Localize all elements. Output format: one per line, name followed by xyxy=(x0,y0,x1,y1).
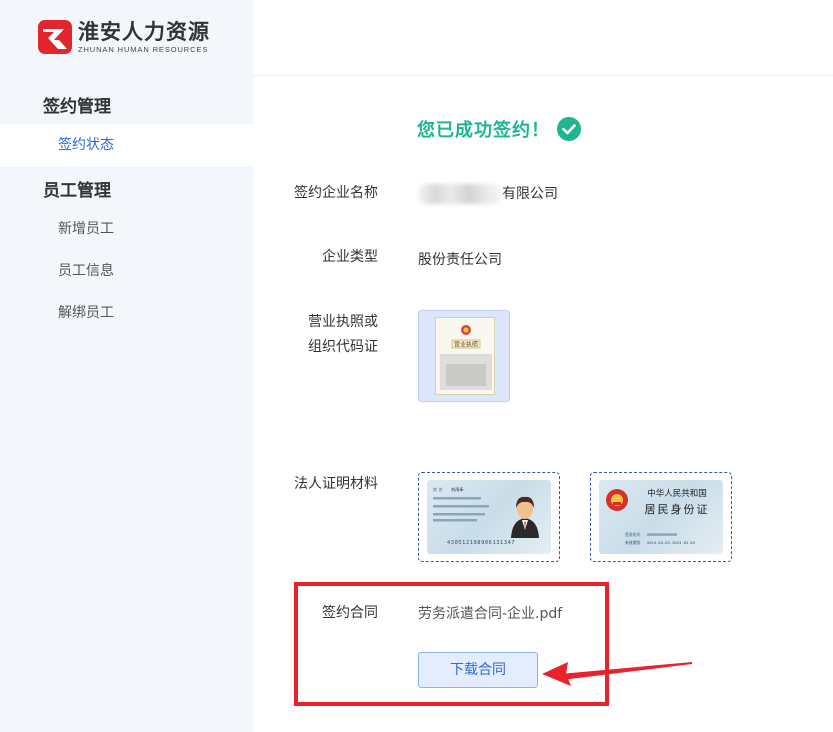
sidebar-item-employee-info[interactable]: 员工信息 xyxy=(0,250,253,292)
business-license-image: 营业执照 xyxy=(435,317,495,395)
license-label-line2: 组织代码证 xyxy=(308,339,378,355)
company-type-value: 股份责任公司 xyxy=(418,252,502,268)
license-thumbnail[interactable]: 营业执照 xyxy=(418,310,510,402)
nav-group-signing: 签约管理 xyxy=(43,97,111,117)
red-arrow-annotation xyxy=(542,662,692,686)
sidebar: 淮安人力资源 ZHUNAN HUMAN RESOURCES 签约管理 签约状态 … xyxy=(0,0,253,732)
portrait-icon xyxy=(511,496,539,538)
sidebar-item-unbind-employee[interactable]: 解绑员工 xyxy=(0,292,253,334)
brand-name: 淮安人力资源 xyxy=(78,20,210,44)
nav-group-employees: 员工管理 xyxy=(43,181,111,201)
company-name-label: 签约企业名称 xyxy=(294,185,378,201)
id-valid-label: 有效期限 xyxy=(625,540,640,545)
id-name-label: 姓 名 xyxy=(433,486,443,493)
contract-label: 签约合同 xyxy=(322,605,378,621)
check-circle-icon xyxy=(557,117,581,141)
company-type-label: 企业类型 xyxy=(322,249,378,265)
id-card-front-thumbnail[interactable]: 姓 名 刘雨禾 430512198906131347 xyxy=(418,472,560,562)
id-card-back-image: 中华人民共和国 居民身份证 签发机关 有效期限 2013.03.03-2023.… xyxy=(599,480,723,554)
license-label: 营业执照或 组织代码证 xyxy=(248,310,378,360)
company-name-suffix: 有限公司 xyxy=(502,186,558,202)
national-emblem-icon xyxy=(606,489,628,511)
id-name-value: 刘雨禾 xyxy=(451,486,464,493)
success-message: 您已成功签约！ xyxy=(417,120,550,141)
license-label-line1: 营业执照或 xyxy=(308,314,378,330)
brand-logo[interactable]: 淮安人力资源 ZHUNAN HUMAN RESOURCES xyxy=(38,20,210,54)
header-divider xyxy=(253,75,833,76)
sidebar-item-signing-status[interactable]: 签约状态 xyxy=(0,124,253,166)
id-issuer-label: 签发机关 xyxy=(625,532,640,537)
id-number: 430512198906131347 xyxy=(447,540,515,546)
id-valid-value: 2013.03.03-2023.03.03 xyxy=(647,540,695,545)
sidebar-item-add-employee[interactable]: 新增员工 xyxy=(0,208,253,250)
legal-person-label: 法人证明材料 xyxy=(294,476,378,492)
contract-file-link[interactable]: 劳务派遣合同-企业.pdf xyxy=(418,603,562,623)
id-back-title-line2: 居民身份证 xyxy=(645,502,710,516)
id-back-title-line1: 中华人民共和国 xyxy=(647,488,707,499)
success-banner: 您已成功签约！ xyxy=(417,116,581,142)
redacted-name-mask xyxy=(418,184,502,204)
brand-logo-icon xyxy=(38,20,72,54)
company-name-value: 有限公司 xyxy=(418,183,558,204)
license-doc-title: 营业执照 xyxy=(454,341,478,349)
id-card-front-image: 姓 名 刘雨禾 430512198906131347 xyxy=(427,480,551,554)
id-card-back-thumbnail[interactable]: 中华人民共和国 居民身份证 签发机关 有效期限 2013.03.03-2023.… xyxy=(590,472,732,562)
download-contract-button[interactable]: 下载合同 xyxy=(418,652,538,688)
brand-name-en: ZHUNAN HUMAN RESOURCES xyxy=(78,45,209,54)
